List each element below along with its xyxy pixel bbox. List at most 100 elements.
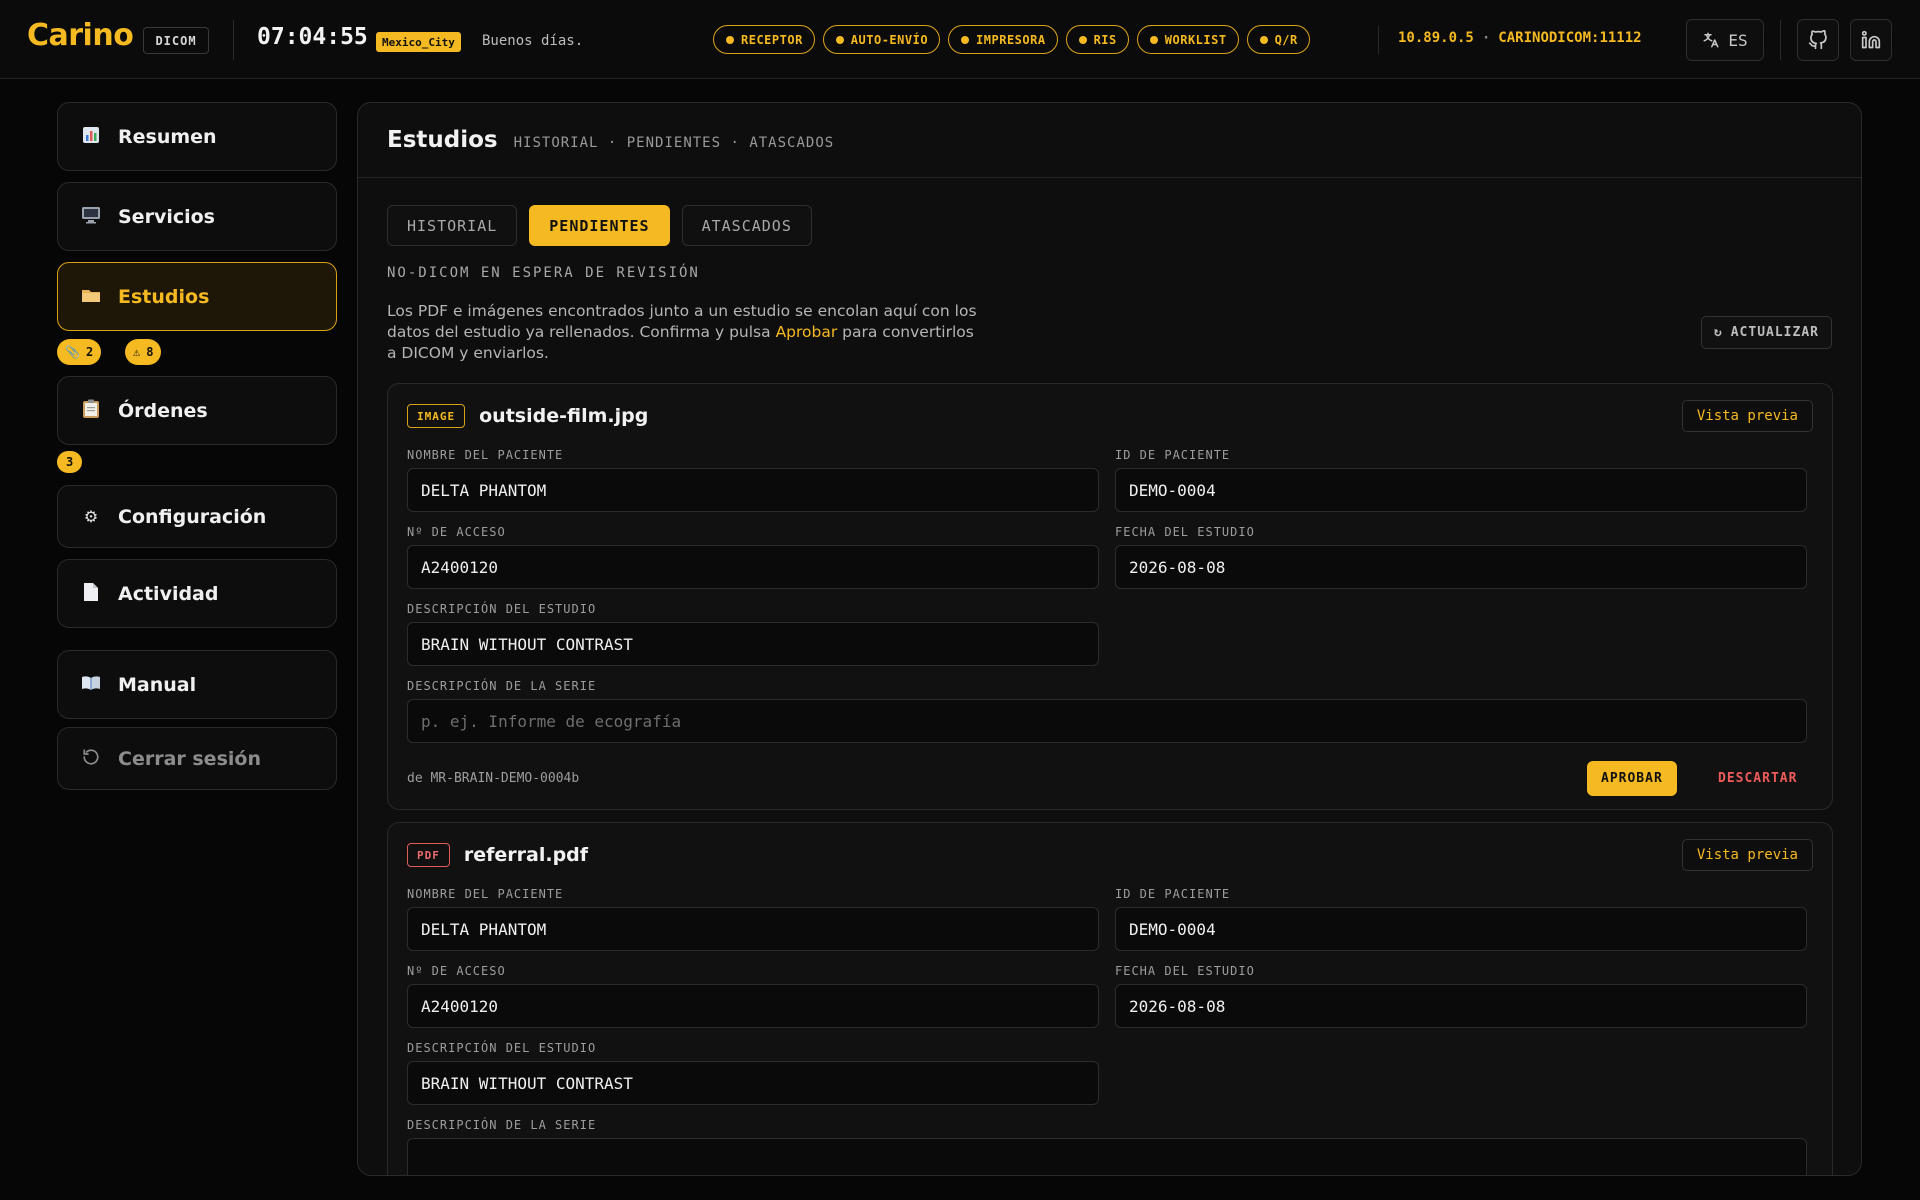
series-description-label: DESCRIPCIÓN DE LA SERIE <box>407 679 597 693</box>
source-study: de MR-BRAIN-DEMO-0004b <box>407 771 580 786</box>
logout-icon <box>80 748 102 770</box>
study-tabs: HISTORIAL PENDIENTES ATASCADOS <box>387 205 812 246</box>
paperclip-icon: 📎 <box>65 345 80 359</box>
sidebar-item-logout[interactable]: Cerrar sesión <box>57 727 337 790</box>
page-subtitle: HISTORIAL · PENDIENTES · ATASCADOS <box>513 135 835 151</box>
refresh-button[interactable]: ↻ ACTUALIZAR <box>1700 316 1832 349</box>
patient-name-input[interactable] <box>407 468 1099 512</box>
study-description-input[interactable] <box>407 1061 1099 1105</box>
patient-id-label: ID DE PACIENTE <box>1115 887 1231 901</box>
status-dot-icon <box>1259 35 1268 44</box>
sidebar-item-ordenes[interactable]: Órdenes <box>57 376 337 445</box>
study-description-input[interactable] <box>407 622 1099 666</box>
folder-icon <box>80 286 102 308</box>
sidebar-item-estudios[interactable]: Estudios <box>57 262 337 331</box>
language-label: ES <box>1728 30 1748 50</box>
status-dot-icon <box>1078 35 1087 44</box>
stuck-count-badge: ⚠ 8 <box>125 339 162 365</box>
dicom-tag: DICOM <box>143 27 209 54</box>
study-description-label: DESCRIPCIÓN DEL ESTUDIO <box>407 602 597 616</box>
chart-icon <box>80 126 102 148</box>
tab-historial[interactable]: HISTORIAL <box>387 205 518 246</box>
sidebar-item-configuracion[interactable]: ⚙ Configuración <box>57 485 337 548</box>
file-type-badge: IMAGE <box>407 404 466 428</box>
sidebar-item-actividad[interactable]: Actividad <box>57 559 337 628</box>
linkedin-button[interactable] <box>1850 19 1892 61</box>
preview-button[interactable]: Vista previa <box>1681 400 1813 432</box>
divider <box>1780 20 1781 60</box>
status-pill-receptor[interactable]: RECEPTOR <box>713 25 815 54</box>
patient-id-input[interactable] <box>1115 907 1807 951</box>
pending-item-card: IMAGE outside-film.jpg Vista previa NOMB… <box>387 383 1833 810</box>
patient-id-input[interactable] <box>1115 468 1807 512</box>
study-date-input[interactable] <box>1115 545 1807 589</box>
gear-icon: ⚙ <box>83 507 99 526</box>
page-title: Estudios <box>387 127 498 153</box>
divider <box>233 20 234 60</box>
github-button[interactable] <box>1797 19 1839 61</box>
series-description-label: DESCRIPCIÓN DE LA SERIE <box>407 1118 597 1132</box>
pending-count-badge: 📎 2 <box>57 339 102 365</box>
patient-name-label: NOMBRE DEL PACIENTE <box>407 887 564 901</box>
preview-button[interactable]: Vista previa <box>1681 839 1813 871</box>
intro-text: Los PDF e imágenes encontrados junto a u… <box>387 302 977 362</box>
accession-input[interactable] <box>407 545 1099 589</box>
timezone-badge: Mexico_City <box>376 32 461 52</box>
refresh-icon: ↻ <box>1713 325 1723 340</box>
study-date-input[interactable] <box>1115 984 1807 1028</box>
discard-button[interactable]: DESCARTAR <box>1708 761 1807 796</box>
sidebar-item-manual[interactable]: Manual <box>57 650 337 719</box>
language-button[interactable]: ES <box>1686 19 1764 61</box>
clock: 07:04:55 <box>257 24 368 50</box>
top-bar: Carino DICOM 07:04:55 Mexico_City Buenos… <box>0 0 1920 79</box>
book-icon <box>80 675 102 695</box>
greeting: Buenos días. <box>482 33 584 49</box>
status-dot-icon <box>726 35 734 44</box>
clipboard-icon <box>80 399 102 423</box>
series-description-input[interactable] <box>407 1138 1807 1175</box>
status-dot-icon <box>1149 35 1158 44</box>
status-pill-auto-send[interactable]: AUTO-ENVÍO <box>822 25 941 54</box>
panel-header: Estudios HISTORIAL · PENDIENTES · ATASCA… <box>358 103 1861 178</box>
github-icon <box>1808 30 1827 50</box>
orders-count-badge: 3 <box>57 451 83 473</box>
service-status-pills: RECEPTOR AUTO-ENVÍO IMPRESORA RIS WORKLI… <box>713 25 1310 54</box>
sidebar-item-servicios[interactable]: Servicios <box>57 182 337 251</box>
host-ip: 10.89.0.5 <box>1398 30 1474 46</box>
status-pill-qr[interactable]: Q/R <box>1246 25 1310 54</box>
card-header: PDF referral.pdf <box>407 843 588 867</box>
app-logo[interactable]: Carino <box>27 18 134 53</box>
pending-item-card: PDF referral.pdf Vista previa NOMBRE DEL… <box>387 822 1833 1175</box>
tab-atascados[interactable]: ATASCADOS <box>681 205 812 246</box>
status-pill-ris[interactable]: RIS <box>1065 25 1129 54</box>
card-header: IMAGE outside-film.jpg <box>407 404 648 428</box>
patient-name-label: NOMBRE DEL PACIENTE <box>407 448 564 462</box>
status-dot-icon <box>835 35 844 44</box>
patient-id-label: ID DE PACIENTE <box>1115 448 1231 462</box>
accession-input[interactable] <box>407 984 1099 1028</box>
file-name: referral.pdf <box>463 844 589 866</box>
file-type-badge: PDF <box>407 843 450 867</box>
monitor-icon <box>80 206 102 228</box>
linkedin-icon <box>1861 30 1881 49</box>
file-name: outside-film.jpg <box>479 405 649 427</box>
document-icon <box>80 582 102 606</box>
accession-label: Nº DE ACCESO <box>407 964 506 978</box>
status-dot-icon <box>961 35 970 44</box>
divider <box>1378 26 1379 54</box>
series-description-input[interactable] <box>407 699 1807 743</box>
approve-button[interactable]: APROBAR <box>1587 761 1677 796</box>
status-pill-worklist[interactable]: WORKLIST <box>1136 25 1239 54</box>
study-date-label: FECHA DEL ESTUDIO <box>1115 525 1255 539</box>
host-address: 10.89.0.5 · CARINODICOM:11112 <box>1398 30 1642 46</box>
sidebar-item-resumen[interactable]: Resumen <box>57 102 337 171</box>
host-separator: · <box>1481 30 1491 46</box>
status-pill-printer[interactable]: IMPRESORA <box>948 25 1058 54</box>
section-label: NO-DICOM EN ESPERA DE REVISIÓN <box>387 265 700 281</box>
warning-icon: ⚠ <box>133 345 141 359</box>
tab-pendientes[interactable]: PENDIENTES <box>529 205 670 246</box>
host-ae-title: CARINODICOM:11112 <box>1498 30 1642 46</box>
patient-name-input[interactable] <box>407 907 1099 951</box>
study-description-label: DESCRIPCIÓN DEL ESTUDIO <box>407 1041 597 1055</box>
translate-icon <box>1703 32 1719 48</box>
